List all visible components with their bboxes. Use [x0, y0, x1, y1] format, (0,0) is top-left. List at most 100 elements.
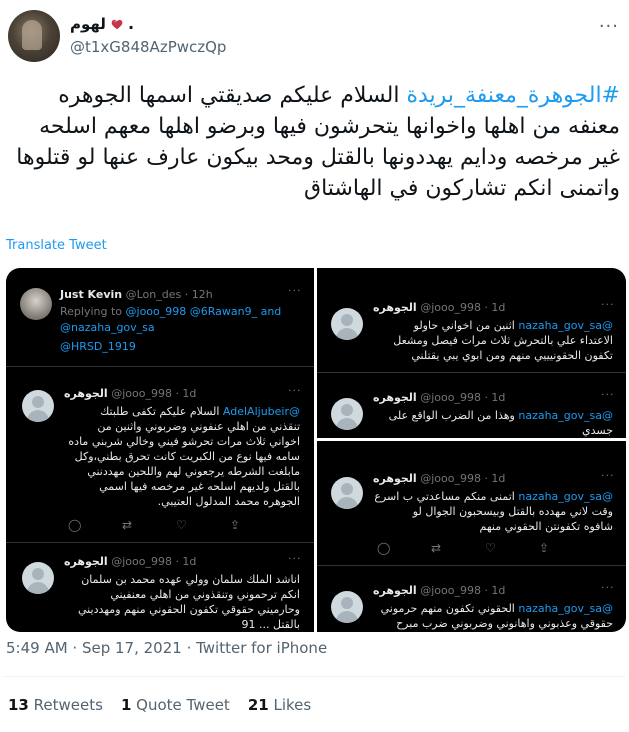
like-icon: ♡ [485, 541, 496, 555]
reply-name: الجوهره [373, 584, 417, 597]
reply-actions: ◯ ⇄ ♡ ⇪ [68, 518, 284, 532]
reply-first-line: @nazaha_gov_sa اتمنى منكم مساعدتي ب اسرع [373, 489, 613, 504]
reply-handle-time: @jooo_998 · 1d [420, 391, 506, 404]
media-image-right-top[interactable]: الجوهره @jooo_998 · 1d ··· @nazaha_gov_s… [317, 268, 626, 438]
divider [317, 565, 626, 566]
more-icon: ··· [601, 388, 615, 401]
likes-label: Likes [273, 696, 312, 714]
reply-handle-time: @jooo_998 · 1d [111, 555, 197, 568]
reply-avatar [331, 398, 363, 430]
tweet-header: لهوم . @t1xG848AzPwczQp ··· [4, 10, 629, 70]
quotes-label: Quote Tweet [136, 696, 230, 714]
reply-line: تكفون الحقونيييي منهم ومن ابوي يبي يقتلن… [411, 349, 613, 362]
reply-icon: ◯ [68, 518, 82, 532]
reply-line: الحقوني تكفون منهم حرموني [380, 602, 515, 615]
quotes-count: 1 [120, 696, 132, 714]
retweet-icon: ⇄ [431, 541, 442, 555]
reply-first-line: @AdelAljubeir السلام عليكم تكفى طلبتك [64, 404, 300, 419]
reply-line: الجوهره محمد المدلول العتيبي. [157, 495, 300, 508]
reply-first-line: @nazaha_gov_sa الحقوني تكفون منهم حرموني [373, 601, 613, 616]
divider [4, 676, 625, 677]
reply-line: سامه فيها نوع من الكبريت كانت تحرق بطني،… [74, 450, 300, 463]
reply-handle-time: @jooo_998 · 1d [420, 584, 506, 597]
reply-handle-time: @jooo_998 · 1d [420, 301, 506, 314]
more-icon: ··· [288, 284, 302, 297]
kevin-replying-to-1: @jooo_998 @6Rawan9_ and [125, 305, 282, 318]
reply-mention: @nazaha_gov_sa [518, 319, 613, 332]
reply-line: اناشد الملك سلمان وولي عهده محمد بن سلما… [81, 573, 300, 586]
reply-line: وقت لاني مهدده بالقتل وبيسحبون الجوال لو [412, 505, 613, 518]
share-icon: ⇪ [539, 541, 550, 555]
retweet-icon: ⇄ [122, 518, 133, 532]
more-icon[interactable]: ··· [599, 16, 619, 37]
author-dot: . [127, 14, 135, 33]
reply-first-line: @nazaha_gov_sa وهذا من الضرب الواقع على [373, 408, 613, 423]
reply-line: انكم ترحموني وتنقذوني من اهلي معنفيني [110, 588, 300, 601]
more-icon: ··· [601, 469, 615, 482]
quotes-stat[interactable]: 1 Quote Tweet [121, 696, 230, 714]
likes-stat[interactable]: 21 Likes [248, 696, 311, 714]
reply-first-line: @nazaha_gov_sa اثنين من اخواني حاولو [373, 318, 613, 333]
reply-name: الجوهره [373, 391, 417, 404]
reply-line: الاعتداء علي بالتحرش ثلاث مرات فيصل ومشع… [393, 334, 613, 347]
reply-line: اخواني ثلاث مرات تحرشو فيني وخالي شربني … [68, 435, 300, 448]
like-icon: ♡ [176, 518, 187, 532]
reply-handle-time: @jooo_998 · 1d [111, 387, 197, 400]
media-image-left[interactable]: Just Kevin @Lon_des · 12h ··· Replying t… [6, 268, 314, 632]
reply-avatar [22, 390, 54, 422]
retweets-label: Retweets [33, 696, 103, 714]
reply-line: حقوقي وعذبوني واهانوني وضربوني ضرب مبرح [396, 617, 613, 630]
media-image-right-bottom[interactable]: الجوهره @jooo_998 · 1d ··· @nazaha_gov_s… [317, 441, 626, 632]
reply-avatar [331, 591, 363, 623]
divider [6, 542, 314, 543]
tweet-media[interactable]: Just Kevin @Lon_des · 12h ··· Replying t… [6, 268, 626, 632]
reply-mention: @AdelAljubeir [222, 405, 300, 418]
reply-line: تنقذني من اهلي عنفوني وضربوني واثنين من [97, 420, 300, 433]
reply-actions: ◯ ⇄ ♡ ⇪ [377, 541, 593, 555]
reply-avatar [22, 562, 54, 594]
more-icon: ··· [601, 581, 615, 594]
more-icon: ··· [288, 552, 302, 565]
reply-name: الجوهره [64, 387, 108, 400]
kevin-replying-prefix: Replying to [60, 305, 123, 318]
retweets-stat[interactable]: 13 Retweets [8, 696, 103, 714]
divider [317, 372, 626, 373]
author-name-row[interactable]: لهوم . [70, 14, 134, 33]
tweet-hashtag[interactable]: #الجوهرة_معنفة_بريدة [406, 83, 620, 108]
reply-line: السلام عليكم تكفى طلبتك [100, 405, 220, 418]
reply-mention: @nazaha_gov_sa [518, 490, 613, 503]
tweet-timestamp[interactable]: 5:49 AM · Sep 17, 2021 · Twitter for iPh… [6, 639, 327, 657]
likes-count: 21 [247, 696, 269, 714]
divider [6, 366, 314, 367]
heart-icon [111, 19, 123, 29]
kevin-avatar [20, 288, 52, 320]
reply-line: وهذا من الضرب الواقع على [388, 409, 515, 422]
reply-line: شافوه تكفونتن الحقوني منهم [479, 520, 614, 533]
reply-handle-time: @jooo_998 · 1d [420, 472, 506, 485]
reply-avatar [331, 308, 363, 340]
translate-tweet-link[interactable]: Translate Tweet [6, 238, 107, 253]
more-icon: ··· [288, 384, 302, 397]
author-handle[interactable]: @t1xG848AzPwczQp [70, 38, 226, 56]
kevin-name: Just Kevin [60, 288, 123, 301]
reply-mention: @nazaha_gov_sa [518, 602, 613, 615]
reply-mention: @nazaha_gov_sa [518, 409, 613, 422]
tweet-stats: 13 Retweets 1 Quote Tweet 21 Likes [8, 696, 311, 714]
kevin-handle-time: @Lon_des · 12h [125, 288, 213, 301]
author-display-name[interactable]: لهوم [70, 15, 106, 33]
kevin-replying-to-2: @nazaha_gov_sa [60, 321, 155, 334]
reply-line: بالقتل ... 91 [241, 618, 300, 631]
reply-line: اثنين من اخواني حاولو [413, 319, 515, 332]
reply-line: وحارميني حقوقي تكفون الحقوني منهم ومهددي… [78, 603, 300, 616]
retweets-count: 13 [8, 696, 29, 714]
reply-name: الجوهره [373, 301, 417, 314]
reply-line: مابلغت الشرطه يرجعوني لهم واللحين مهددنن… [87, 465, 300, 478]
tweet-text: #الجوهرة_معنفة_بريدة السلام عليكم صديقتي… [4, 80, 624, 204]
author-avatar[interactable] [8, 10, 60, 62]
kevin-replying-to-3: @HRSD_1919 [60, 340, 136, 353]
reply-line: بالقتل ولديهم اسلحه غير مرخصه فيها اسمي [99, 480, 300, 493]
reply-line: اتمنى منكم مساعدتي ب اسرع [374, 490, 515, 503]
reply-icon: ◯ [377, 541, 391, 555]
share-icon: ⇪ [230, 518, 241, 532]
reply-name: الجوهره [64, 555, 108, 568]
